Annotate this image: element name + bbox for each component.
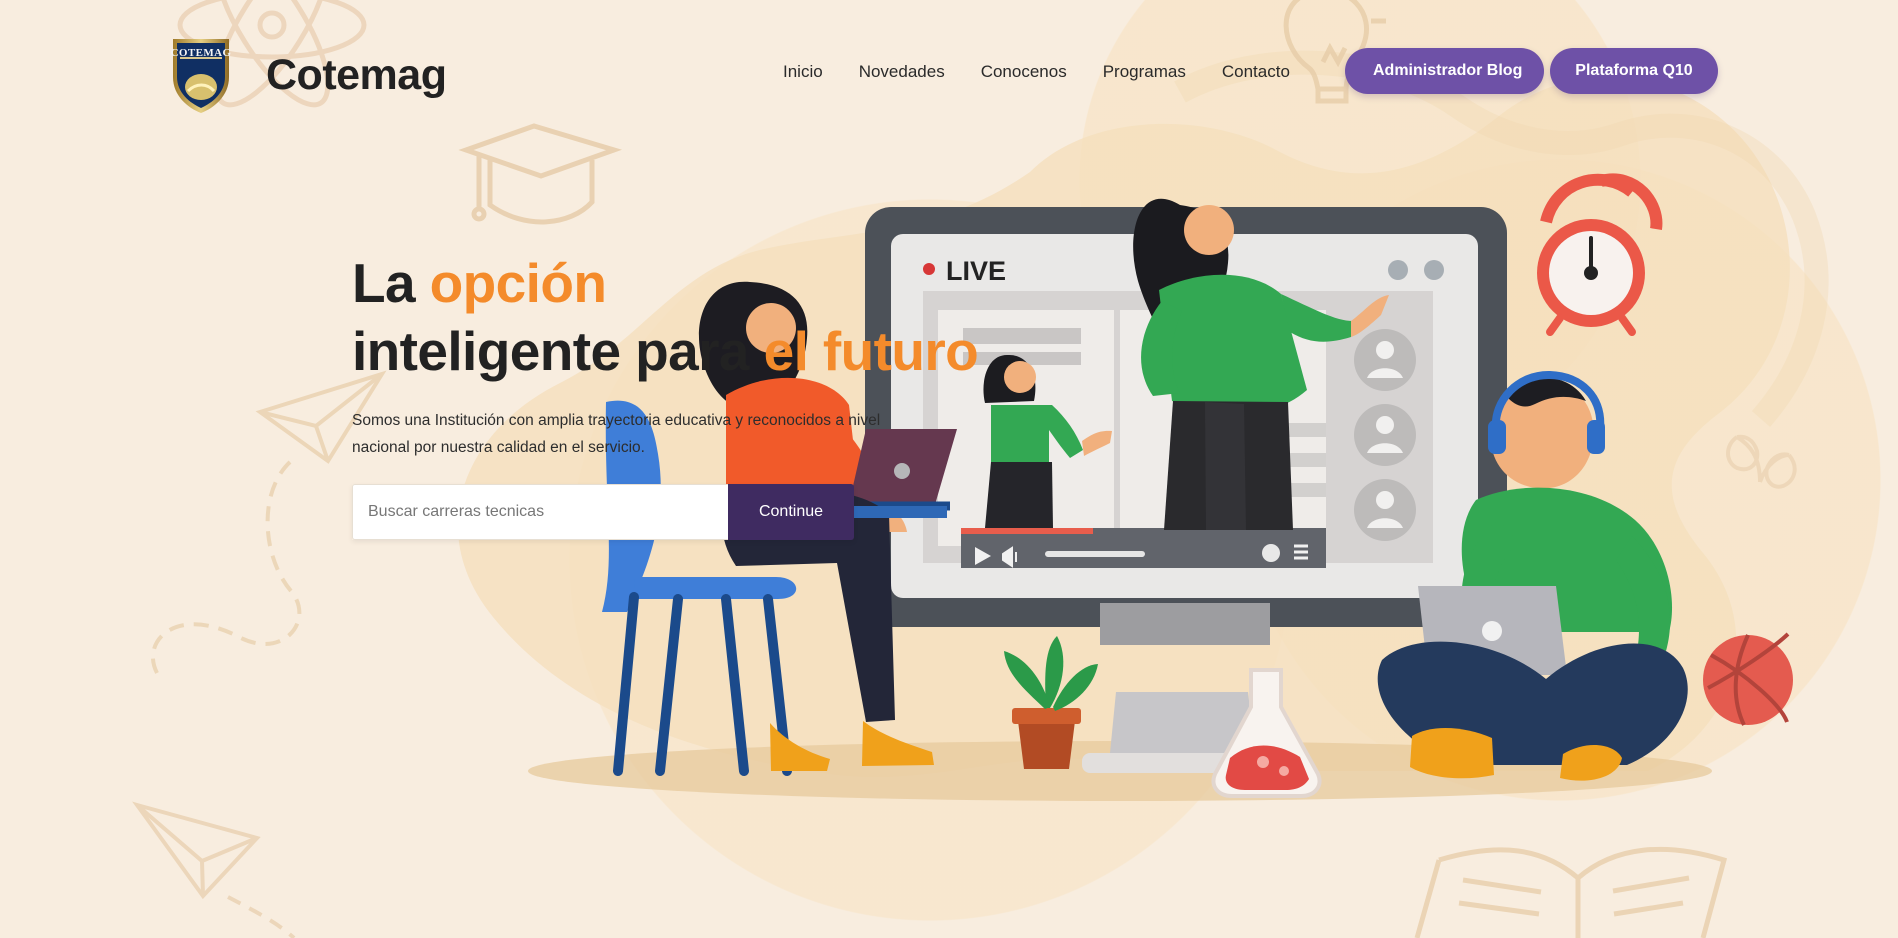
nav-inicio[interactable]: Inicio: [783, 62, 823, 82]
landing-page: COTEMAG Cotemag Inicio Novedades Conocen…: [0, 0, 1898, 938]
plataforma-q10-button[interactable]: Plataforma Q10: [1550, 48, 1718, 94]
hero-title-line1-accent: opción: [429, 252, 607, 314]
hero-copy: La opción inteligente para el futuro Som…: [352, 250, 1072, 462]
main-navigation: Inicio Novedades Conocenos Programas Con…: [783, 62, 1290, 82]
nav-novedades[interactable]: Novedades: [859, 62, 945, 82]
career-search-form: Continue: [352, 484, 854, 540]
hero-title-line1-prefix: La: [352, 252, 430, 314]
continue-button[interactable]: Continue: [728, 484, 854, 540]
basketball-icon: [1703, 632, 1793, 726]
nav-programas[interactable]: Programas: [1103, 62, 1186, 82]
career-search-input[interactable]: [352, 484, 728, 540]
cotemag-logo[interactable]: COTEMAG: [166, 35, 236, 115]
hero-description: Somos una Institución con amplia trayect…: [352, 412, 881, 456]
hero-title-line2-accent: el futuro: [763, 319, 979, 382]
window-dot-icon: [1388, 260, 1408, 280]
nav-conocenos[interactable]: Conocenos: [981, 62, 1067, 82]
hero-title: La opción inteligente para el futuro: [352, 250, 1072, 385]
settings-icon[interactable]: [1262, 544, 1280, 562]
paper-plane-icon: [132, 801, 296, 938]
brand-name[interactable]: Cotemag: [266, 51, 447, 100]
alarm-clock-icon: [1537, 173, 1663, 336]
brand[interactable]: COTEMAG Cotemag: [166, 35, 447, 115]
administrador-blog-button[interactable]: Administrador Blog: [1345, 48, 1544, 94]
nav-contacto[interactable]: Contacto: [1222, 62, 1290, 82]
paper-plane-icon: [150, 370, 387, 674]
hero-title-line2-prefix: inteligente para: [352, 319, 764, 382]
header-actions: Administrador Blog Plataforma Q10: [1345, 48, 1718, 94]
video-controls: [961, 528, 1326, 568]
window-dot-icon: [1424, 260, 1444, 280]
book-icon: [1414, 846, 1728, 938]
logo-text: COTEMAG: [170, 47, 232, 59]
participant-avatars: [1354, 329, 1416, 541]
